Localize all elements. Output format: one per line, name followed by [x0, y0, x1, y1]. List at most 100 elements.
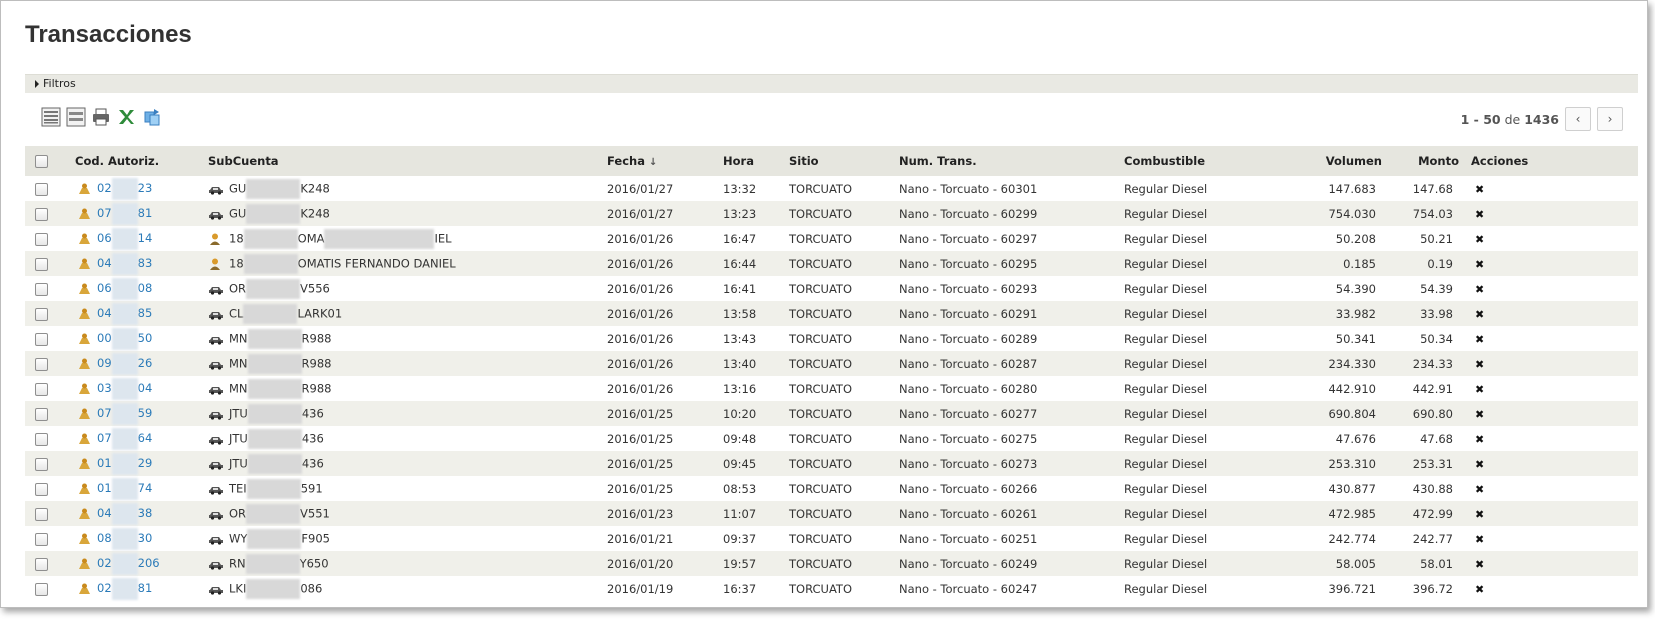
- row-checkbox[interactable]: [35, 407, 48, 421]
- auth-code-link[interactable]: 08 30: [97, 527, 152, 550]
- header-code[interactable]: Cod. Autoriz.: [75, 146, 208, 176]
- row-checkbox[interactable]: [35, 557, 48, 571]
- delete-icon[interactable]: ✖: [1475, 483, 1484, 496]
- print-icon[interactable]: [91, 107, 111, 127]
- hora-cell: 10:20: [723, 406, 757, 421]
- num-trans-cell: Nano - Torcuato - 60291: [899, 306, 1038, 321]
- auth-code-link[interactable]: 01 29: [97, 452, 152, 475]
- row-checkbox[interactable]: [35, 332, 48, 346]
- redacted-block: [245, 553, 300, 574]
- auth-code-link[interactable]: 07 81: [97, 202, 152, 225]
- row-checkbox[interactable]: [35, 357, 48, 371]
- delete-icon[interactable]: ✖: [1475, 383, 1484, 396]
- row-checkbox[interactable]: [35, 182, 48, 196]
- delete-icon[interactable]: ✖: [1475, 183, 1484, 196]
- auth-code-link[interactable]: 03 04: [97, 377, 152, 400]
- list-view-icon[interactable]: [41, 107, 61, 127]
- auth-code-link[interactable]: 04 38: [97, 502, 152, 525]
- row-checkbox[interactable]: [35, 432, 48, 446]
- subcuenta-suffix: OMA: [297, 231, 325, 245]
- redacted-block: [247, 353, 302, 374]
- auth-code-link[interactable]: 04 85: [97, 302, 152, 325]
- delete-icon[interactable]: ✖: [1475, 258, 1484, 271]
- sitio-cell: TORCUATO: [789, 331, 852, 346]
- volumen-cell: 47.676: [1335, 431, 1376, 446]
- subcuenta-suffix: R988: [301, 356, 332, 370]
- auth-code-link[interactable]: 07 64: [97, 427, 152, 450]
- delete-icon[interactable]: ✖: [1475, 558, 1484, 571]
- filters-toggle[interactable]: Filtros: [25, 74, 1638, 93]
- row-checkbox[interactable]: [35, 207, 48, 221]
- export-excel-icon[interactable]: [116, 107, 136, 127]
- volumen-cell: 253.310: [1328, 456, 1376, 471]
- row-checkbox[interactable]: [35, 507, 48, 521]
- header-sitio[interactable]: Sitio: [789, 146, 899, 176]
- authorization-icon: [79, 383, 90, 394]
- header-volumen[interactable]: Volumen: [1264, 146, 1388, 176]
- table-row: 00 50 MN R988 2016/01/26 13:43 TORCUATO Nano - …: [25, 326, 1638, 351]
- monto-cell: 472.99: [1412, 506, 1453, 521]
- next-page-button[interactable]: ›: [1597, 107, 1623, 131]
- filters-label: Filtros: [43, 77, 76, 90]
- subcuenta-prefix: OR: [229, 506, 247, 520]
- row-checkbox[interactable]: [35, 257, 48, 271]
- auth-code-link[interactable]: 04 83: [97, 252, 152, 275]
- delete-icon[interactable]: ✖: [1475, 433, 1484, 446]
- delete-icon[interactable]: ✖: [1475, 508, 1484, 521]
- redacted-block: [246, 178, 301, 199]
- select-all-checkbox[interactable]: [35, 155, 48, 168]
- delete-icon[interactable]: ✖: [1475, 533, 1484, 546]
- delete-icon[interactable]: ✖: [1475, 333, 1484, 346]
- delete-icon[interactable]: ✖: [1475, 283, 1484, 296]
- sitio-cell: TORCUATO: [789, 406, 852, 421]
- subcuenta-suffix: R988: [301, 331, 332, 345]
- delete-icon[interactable]: ✖: [1475, 458, 1484, 471]
- sitio-cell: TORCUATO: [789, 456, 852, 471]
- pagination: 1 - 50 de 1436 ‹ ›: [1461, 107, 1623, 131]
- compact-view-icon[interactable]: [66, 107, 86, 127]
- authorization-icon: [79, 433, 90, 444]
- header-monto[interactable]: Monto: [1388, 146, 1465, 176]
- delete-icon[interactable]: ✖: [1475, 233, 1484, 246]
- auth-code-link[interactable]: 00 50: [97, 327, 152, 350]
- redacted-block: [243, 253, 298, 274]
- row-checkbox[interactable]: [35, 457, 48, 471]
- header-combustible[interactable]: Combustible: [1124, 146, 1264, 176]
- combustible-cell: Regular Diesel: [1124, 456, 1208, 471]
- monto-cell: 754.03: [1412, 206, 1453, 221]
- auth-code-link[interactable]: 02 81: [97, 577, 152, 600]
- driver-icon: [210, 258, 220, 270]
- delete-icon[interactable]: ✖: [1475, 208, 1484, 221]
- delete-icon[interactable]: ✖: [1475, 308, 1484, 321]
- prev-page-button[interactable]: ‹: [1565, 107, 1591, 131]
- auth-code-link[interactable]: 01 74: [97, 477, 152, 500]
- header-subcuenta[interactable]: SubCuenta: [208, 146, 607, 176]
- row-checkbox[interactable]: [35, 582, 48, 596]
- row-checkbox[interactable]: [35, 232, 48, 246]
- delete-icon[interactable]: ✖: [1475, 408, 1484, 421]
- subcuenta-suffix: 436: [301, 431, 324, 445]
- auth-code-link[interactable]: 06 08: [97, 277, 152, 300]
- row-checkbox[interactable]: [35, 482, 48, 496]
- header-num-trans[interactable]: Num. Trans.: [899, 146, 1124, 176]
- delete-icon[interactable]: ✖: [1475, 358, 1484, 371]
- row-checkbox[interactable]: [35, 532, 48, 546]
- auth-code-link[interactable]: 09 26: [97, 352, 152, 375]
- delete-icon[interactable]: ✖: [1475, 583, 1484, 596]
- num-trans-cell: Nano - Torcuato - 60287: [899, 356, 1038, 371]
- auth-code-link[interactable]: 02 206: [97, 552, 160, 575]
- auth-code-link[interactable]: 07 59: [97, 402, 152, 425]
- header-fecha[interactable]: Fecha ↓: [607, 146, 723, 176]
- vehicle-icon: [209, 486, 223, 495]
- row-checkbox[interactable]: [35, 307, 48, 321]
- authorization-icon: [79, 233, 90, 244]
- auth-code-link[interactable]: 02 23: [97, 177, 153, 200]
- table-row: 04 38 OR V551 2016/01/23 11:07 TORCUATO Nano - …: [25, 501, 1638, 526]
- auth-code-suffix: 23: [137, 181, 153, 195]
- row-checkbox[interactable]: [35, 382, 48, 396]
- redacted-block: [247, 453, 302, 474]
- row-checkbox[interactable]: [35, 282, 48, 296]
- header-hora[interactable]: Hora: [723, 146, 789, 176]
- auth-code-link[interactable]: 06 14: [97, 227, 152, 250]
- refresh-icon[interactable]: [142, 107, 162, 127]
